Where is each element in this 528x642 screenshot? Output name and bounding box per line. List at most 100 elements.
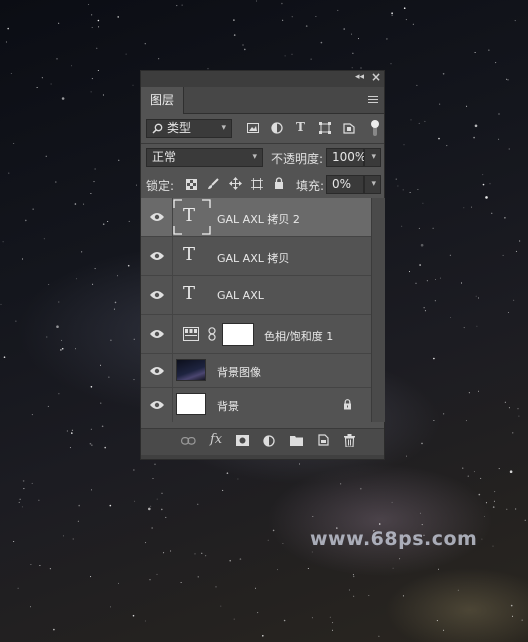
add-mask-icon[interactable] [236, 435, 249, 446]
star [291, 53, 293, 55]
star [311, 617, 313, 619]
adjustment-filter-icon[interactable] [271, 122, 283, 134]
star [55, 181, 57, 183]
new-group-folder-icon[interactable] [290, 435, 303, 446]
filter-kind-dropdown[interactable]: 类型 ▾ [146, 119, 232, 138]
star [117, 16, 119, 18]
eye-icon[interactable] [150, 251, 164, 261]
trash-icon[interactable] [344, 434, 355, 447]
filter-toggle-icon[interactable] [370, 119, 380, 137]
smart-object-filter-icon[interactable] [343, 121, 355, 134]
star [415, 282, 417, 284]
star [32, 208, 34, 210]
opacity-input[interactable]: 100% [326, 148, 366, 167]
star [145, 542, 147, 544]
eye-icon[interactable] [150, 366, 164, 376]
star [386, 38, 388, 40]
panel-title-bar[interactable]: ◂◂ × [141, 70, 384, 87]
star [433, 357, 435, 360]
lock-pixels-brush-icon[interactable] [207, 178, 219, 190]
star [13, 143, 15, 144]
star [438, 568, 439, 570]
star [242, 44, 244, 46]
lock-all-icon[interactable] [274, 177, 284, 189]
layer-row-background-image[interactable]: 背景图像 [141, 354, 371, 388]
fill-dropdown-button[interactable]: ▾ [364, 175, 381, 194]
star [133, 469, 135, 471]
star [98, 26, 100, 28]
star [96, 47, 98, 49]
star [233, 34, 236, 36]
shape-filter-icon[interactable] [319, 122, 331, 134]
layers-scrollbar[interactable] [371, 198, 385, 422]
star [475, 295, 477, 297]
new-adjustment-layer-icon[interactable] [263, 435, 275, 447]
lock-transparency-icon[interactable] [186, 179, 197, 190]
background-layer-thumbnail [176, 393, 206, 415]
layer-row-gal-axl[interactable]: T GAL AXL [141, 276, 371, 315]
star [56, 325, 59, 329]
panel-menu-icon[interactable] [368, 96, 378, 104]
lock-position-move-icon[interactable] [229, 177, 242, 190]
layer-row-background[interactable]: 背景 [141, 388, 371, 422]
star [463, 327, 465, 329]
fx-icon[interactable]: fx [210, 432, 222, 447]
star [433, 420, 435, 421]
star [360, 67, 362, 69]
star [474, 124, 478, 128]
collapse-icon[interactable]: ◂◂ [355, 72, 364, 82]
layer-mask-thumbnail[interactable] [222, 323, 254, 346]
blend-mode-dropdown[interactable]: 正常 ▾ [146, 148, 263, 167]
star [60, 349, 62, 351]
star [283, 619, 286, 622]
eye-icon[interactable] [150, 290, 164, 300]
link-layers-icon[interactable] [181, 437, 196, 445]
star [402, 595, 404, 597]
star [282, 19, 284, 21]
star [93, 181, 95, 183]
star [320, 41, 323, 44]
star [25, 219, 27, 222]
new-layer-icon[interactable] [318, 434, 329, 446]
star [165, 516, 167, 518]
opacity-dropdown-button[interactable]: ▾ [364, 148, 381, 167]
star [49, 568, 51, 570]
star [127, 264, 130, 267]
eye-icon[interactable] [150, 329, 164, 339]
star [272, 529, 275, 532]
star [0, 303, 2, 305]
star [412, 23, 414, 25]
layer-lock-icon [344, 399, 351, 410]
star [492, 545, 494, 547]
star [229, 559, 231, 562]
star [518, 415, 520, 417]
star [519, 240, 521, 242]
star [417, 189, 419, 190]
star [31, 482, 33, 484]
layer-row-hue-saturation[interactable]: 色相/饱和度 1 [141, 315, 371, 354]
tab-layers[interactable]: 图层 [141, 87, 184, 114]
eye-icon[interactable] [150, 400, 164, 410]
star [148, 507, 151, 511]
star [409, 192, 411, 193]
star [299, 463, 300, 465]
close-icon[interactable]: × [371, 70, 381, 84]
fill-input[interactable]: 0% [326, 175, 364, 194]
hue-saturation-adjustment-icon [183, 327, 199, 341]
star [311, 551, 313, 553]
layer-row-gal-axl-copy[interactable]: T GAL AXL 拷贝 [141, 237, 371, 276]
lock-artboard-icon[interactable] [251, 178, 263, 190]
eye-icon[interactable] [150, 212, 164, 222]
star [205, 555, 207, 557]
pixel-filter-icon[interactable] [247, 123, 259, 133]
image-layer-thumbnail [176, 359, 206, 381]
star [110, 606, 111, 608]
layer-row-gal-axl-copy-2[interactable]: T GAL AXL 拷贝 2 [141, 198, 371, 237]
star [97, 70, 99, 71]
star [56, 58, 58, 60]
star [78, 504, 80, 507]
panel-resize-grip[interactable] [141, 455, 384, 459]
type-filter-icon[interactable]: T [296, 120, 305, 134]
star [201, 552, 203, 554]
chain-link-icon[interactable] [208, 327, 216, 341]
